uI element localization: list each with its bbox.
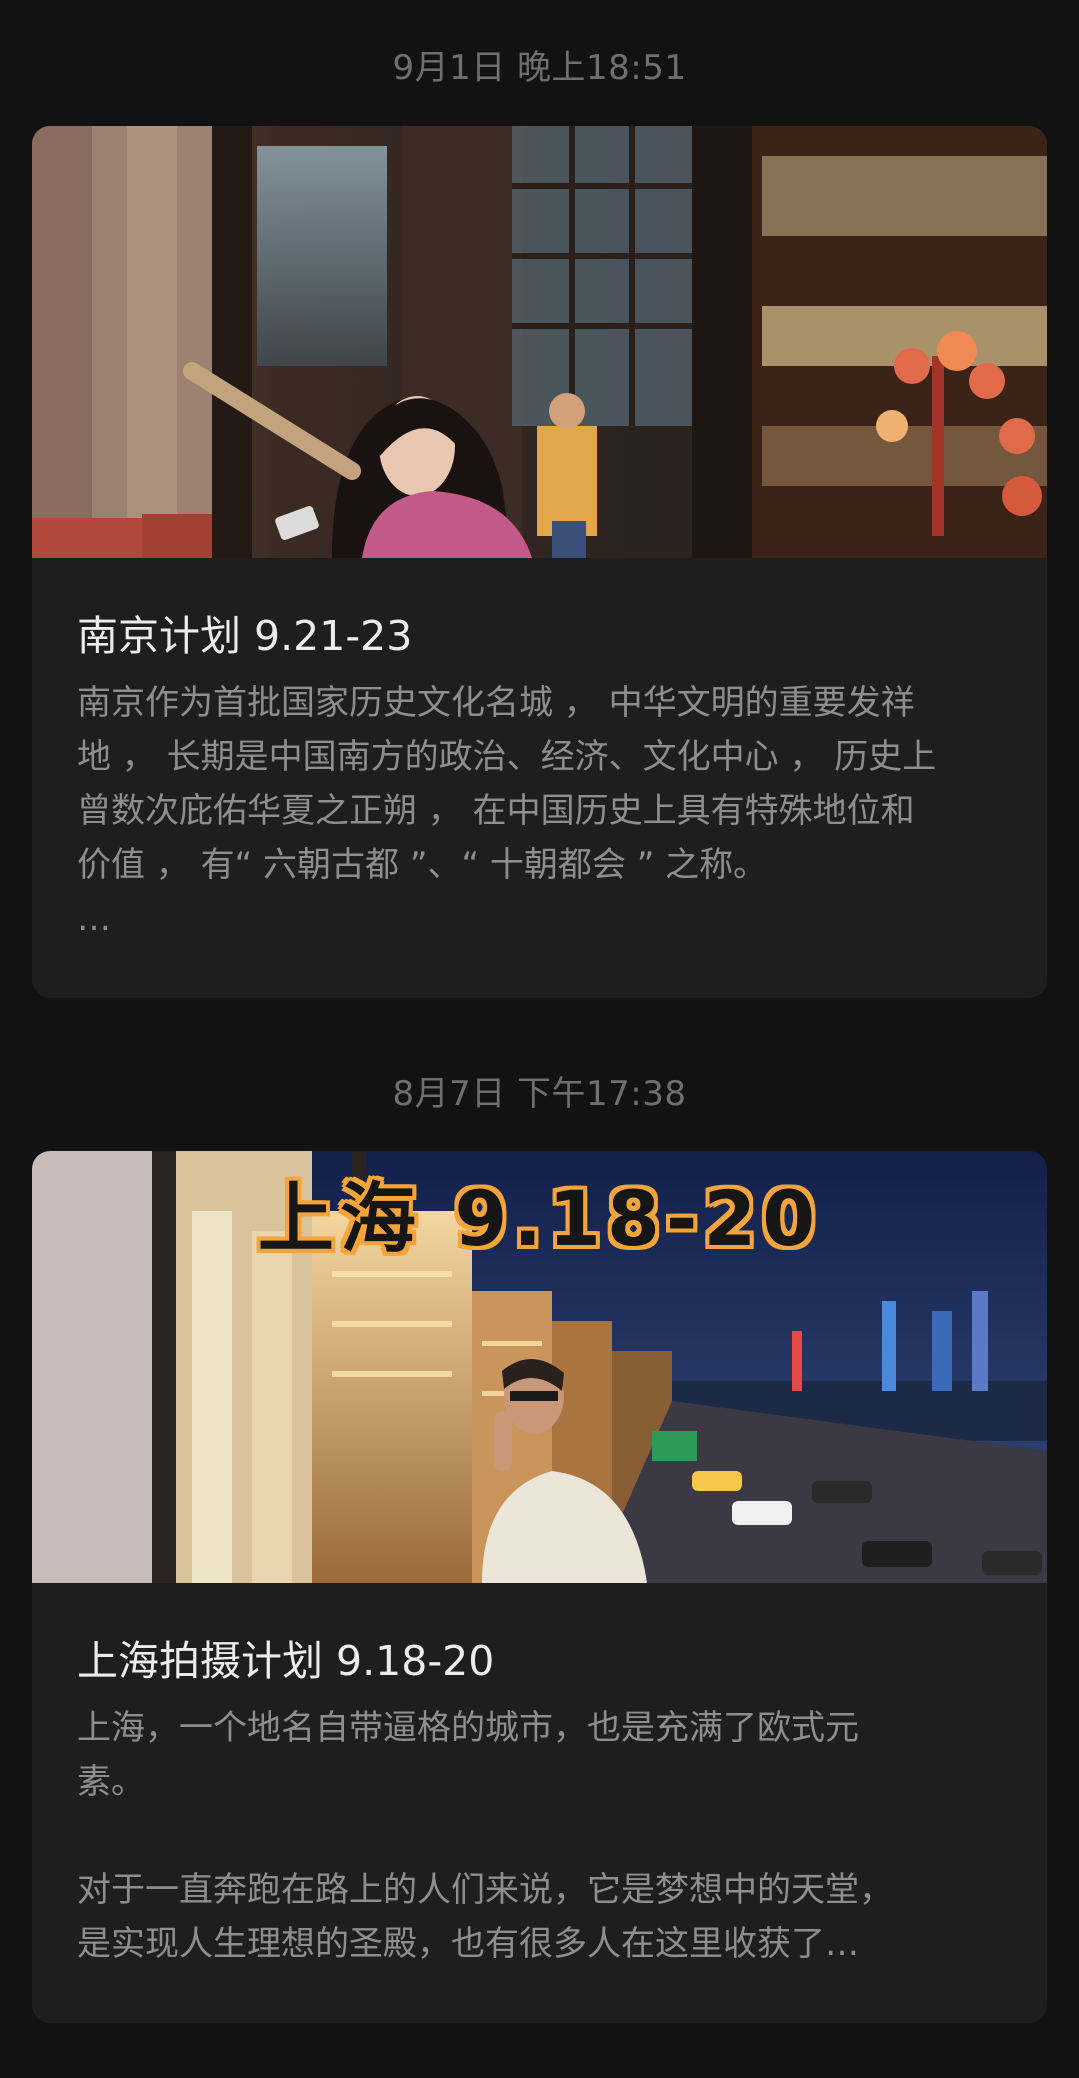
cover-image: 上海 9.18-20 — [32, 1151, 1047, 1583]
note-title: 南京计划 9.21-23 — [77, 612, 413, 660]
note-body: 南京作为首批国家历史文化名城 ， 中华文明的重要发祥 地 ， 长期是中国南方的政… — [77, 683, 937, 939]
note-card[interactable]: 南京计划 9.21-23 南京作为首批国家历史文化名城 ， 中华文明的重要发祥 … — [32, 126, 1047, 998]
timestamp: 8月7日 下午17:38 — [392, 1074, 687, 1114]
cover-image — [32, 126, 1047, 558]
note-card[interactable]: 上海 9.18-20 上海拍摄计划 9.18-20 上海，一个地名自带逼格的城市… — [32, 1151, 1047, 2023]
note-title: 上海拍摄计划 9.18-20 — [77, 1637, 495, 1685]
timestamp: 9月1日 晚上18:51 — [392, 48, 687, 88]
cover-overlay-title: 上海 9.18-20 — [257, 1174, 822, 1263]
note-body: 上海，一个地名自带逼格的城市，也是充满了欧式元 素。 对于一直奔跑在路上的人们来… — [77, 1708, 893, 1964]
notes-feed: 9月1日 晚上18:51 南京计划 9.21-23 南京作为首批国家历史文化名城… — [0, 0, 1079, 2078]
